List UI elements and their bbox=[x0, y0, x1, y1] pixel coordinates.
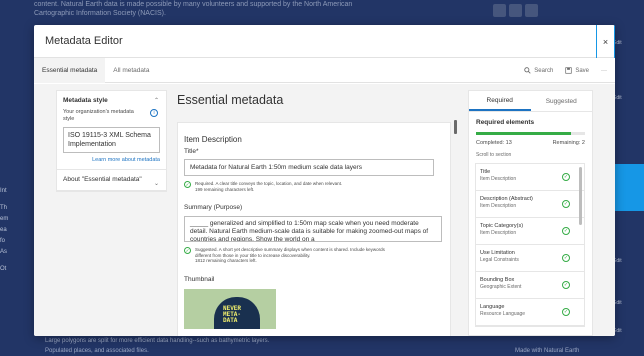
tab-essential-metadata[interactable]: Essential metadata bbox=[34, 57, 106, 83]
search-label: Search bbox=[534, 67, 554, 74]
learn-more-link[interactable]: Learn more about metadata bbox=[63, 157, 160, 163]
list-item[interactable]: Language Resource Language ✓ bbox=[476, 299, 584, 326]
info-icon[interactable]: i bbox=[150, 109, 158, 117]
summary-hint: ✓ Suggested. A short yet descriptive sum… bbox=[184, 247, 385, 263]
metadata-editor-dialog: Metadata Editor × Essential metadata All… bbox=[34, 25, 615, 336]
check-circle-icon: ✓ bbox=[562, 308, 570, 316]
tab-all-metadata[interactable]: All metadata bbox=[105, 58, 157, 83]
list-item[interactable]: Use Limitation Legal Constraints ✓ bbox=[476, 245, 584, 272]
twitter-icon[interactable] bbox=[509, 4, 522, 17]
list-item[interactable]: Description (Abstract) Item Description … bbox=[476, 191, 584, 218]
about-heading: About "Essential metadata" bbox=[63, 176, 142, 183]
background-bullet: Large polygons are split for more effici… bbox=[45, 338, 270, 344]
list-item[interactable]: Title Item Description ✓ bbox=[476, 164, 584, 191]
content-scrollbar[interactable] bbox=[454, 120, 457, 134]
check-circle-icon: ✓ bbox=[184, 247, 191, 254]
chevron-down-icon: ⌄ bbox=[153, 181, 159, 187]
remaining-count: Remaining: 2 bbox=[552, 140, 585, 146]
list-scrollbar[interactable] bbox=[579, 167, 582, 225]
background-text: Cartographic Information Society (NACIS)… bbox=[34, 10, 166, 17]
close-button[interactable]: × bbox=[596, 25, 615, 58]
about-section[interactable]: About "Essential metadata" ⌄ bbox=[57, 170, 166, 191]
toolbar-actions: Search Save ··· bbox=[524, 58, 607, 83]
title-input[interactable]: Metadata for Natural Earth 1:50m medium … bbox=[184, 159, 434, 176]
thumbnail-caption: NEVER META- DATA bbox=[223, 304, 242, 324]
tab-required[interactable]: Required bbox=[469, 91, 531, 111]
list-item[interactable]: Topic Category(s) Item Description ✓ bbox=[476, 218, 584, 245]
check-circle-icon: ✓ bbox=[562, 254, 570, 262]
check-circle-icon: ✓ bbox=[184, 181, 191, 188]
completion-stats: Completed: 13 Remaining: 2 bbox=[476, 140, 585, 146]
check-circle-icon: ✓ bbox=[562, 227, 570, 235]
chevron-up-icon[interactable]: ⌃ bbox=[154, 97, 159, 104]
item-description-card: Item Description Title* Metadata for Nat… bbox=[177, 122, 451, 336]
editor-body: Metadata style ⌃ Your organization's met… bbox=[34, 84, 615, 336]
thumbnail-image[interactable]: NEVER META- DATA bbox=[184, 288, 276, 329]
required-elements-heading: Required elements bbox=[476, 119, 535, 126]
link-icon[interactable] bbox=[525, 4, 538, 17]
required-elements-list: Title Item Description ✓ Description (Ab… bbox=[475, 163, 585, 327]
title-field-label: Title* bbox=[184, 148, 199, 155]
page-title: Essential metadata bbox=[177, 93, 284, 107]
check-circle-icon: ✓ bbox=[562, 281, 570, 289]
list-item[interactable]: Bounding Box Geographic Extent ✓ bbox=[476, 272, 584, 299]
metadata-style-label: Your organization's metadata style bbox=[63, 109, 134, 122]
tab-suggested[interactable]: Suggested bbox=[531, 91, 593, 111]
title-hint: ✓ Required. A clear title conveys the to… bbox=[184, 181, 343, 192]
summary-textarea[interactable]: _____ generalized and simplified to 1:50… bbox=[184, 216, 442, 242]
check-circle-icon: ✓ bbox=[562, 200, 570, 208]
metadata-style-section: Metadata style ⌃ Your organization's met… bbox=[57, 91, 166, 170]
background-credit: Made with Natural Earth bbox=[515, 348, 580, 354]
completion-progress-fill bbox=[476, 132, 571, 135]
completed-count: Completed: 13 bbox=[476, 140, 512, 146]
check-circle-icon: ✓ bbox=[562, 173, 570, 181]
background-bullet: Populated places, and associated files. bbox=[45, 348, 149, 354]
summary-label: Summary (Purpose) bbox=[184, 204, 243, 211]
background-text: content. Natural Earth data is made poss… bbox=[34, 1, 353, 8]
save-button[interactable]: Save bbox=[565, 67, 589, 74]
dialog-header: Metadata Editor × bbox=[34, 25, 615, 58]
facebook-icon[interactable] bbox=[493, 4, 506, 17]
social-icons bbox=[493, 4, 538, 17]
card-title: Item Description bbox=[184, 135, 242, 144]
required-elements-panel: Required Suggested Required elements Com… bbox=[468, 90, 593, 336]
editor-tabs: Essential metadata All metadata Search S… bbox=[34, 57, 615, 83]
dialog-title: Metadata Editor bbox=[45, 35, 123, 47]
save-label: Save bbox=[575, 67, 589, 74]
metadata-style-select[interactable]: ISO 19115-3 XML Schema Implementation bbox=[63, 127, 160, 153]
metadata-style-panel: Metadata style ⌃ Your organization's met… bbox=[56, 90, 167, 192]
save-icon bbox=[565, 67, 572, 74]
background-left-fragments: Int Th em ea fo As Ot bbox=[0, 188, 9, 272]
metadata-style-heading[interactable]: Metadata style bbox=[63, 97, 160, 104]
search-icon bbox=[524, 67, 531, 74]
search-button[interactable]: Search bbox=[524, 67, 553, 74]
requirement-tabs: Required Suggested bbox=[469, 91, 592, 112]
completion-progress-bar bbox=[476, 132, 585, 135]
more-options-button[interactable]: ··· bbox=[601, 68, 607, 74]
scroll-to-section-label: Scroll to section bbox=[476, 152, 512, 158]
thumbnail-label: Thumbnail bbox=[184, 275, 215, 283]
